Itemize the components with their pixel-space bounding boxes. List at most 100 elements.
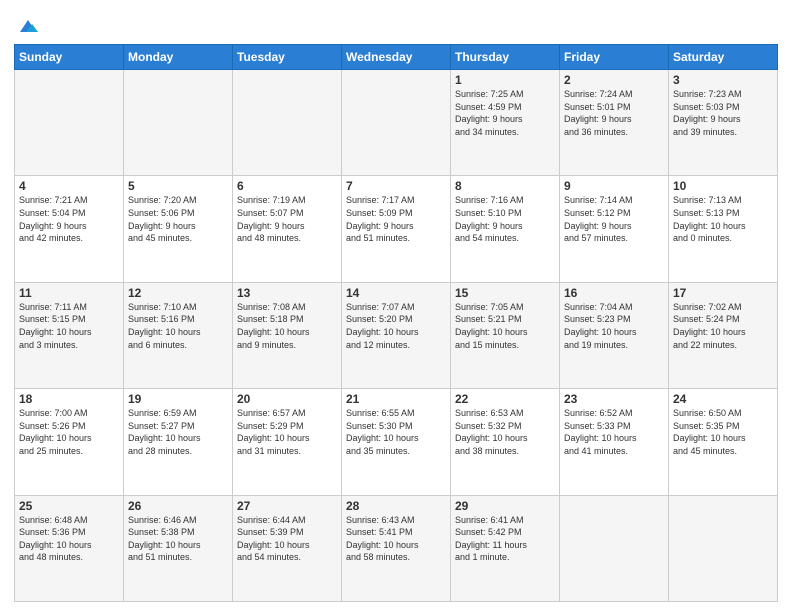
day-number: 25 [19,499,119,513]
calendar-cell [560,495,669,601]
day-number: 3 [673,73,773,87]
day-number: 13 [237,286,337,300]
day-detail: Sunrise: 6:52 AM Sunset: 5:33 PM Dayligh… [564,407,664,457]
day-detail: Sunrise: 7:07 AM Sunset: 5:20 PM Dayligh… [346,301,446,351]
day-detail: Sunrise: 7:00 AM Sunset: 5:26 PM Dayligh… [19,407,119,457]
calendar-cell: 4Sunrise: 7:21 AM Sunset: 5:04 PM Daylig… [15,176,124,282]
day-number: 16 [564,286,664,300]
calendar-cell: 25Sunrise: 6:48 AM Sunset: 5:36 PM Dayli… [15,495,124,601]
weekday-header-tuesday: Tuesday [233,45,342,70]
calendar-week-row: 18Sunrise: 7:00 AM Sunset: 5:26 PM Dayli… [15,389,778,495]
day-number: 29 [455,499,555,513]
calendar-cell: 17Sunrise: 7:02 AM Sunset: 5:24 PM Dayli… [669,282,778,388]
day-number: 10 [673,179,773,193]
calendar-cell: 9Sunrise: 7:14 AM Sunset: 5:12 PM Daylig… [560,176,669,282]
calendar-cell: 19Sunrise: 6:59 AM Sunset: 5:27 PM Dayli… [124,389,233,495]
day-number: 17 [673,286,773,300]
day-detail: Sunrise: 6:43 AM Sunset: 5:41 PM Dayligh… [346,514,446,564]
calendar-cell: 11Sunrise: 7:11 AM Sunset: 5:15 PM Dayli… [15,282,124,388]
day-number: 26 [128,499,228,513]
day-detail: Sunrise: 6:44 AM Sunset: 5:39 PM Dayligh… [237,514,337,564]
day-detail: Sunrise: 6:57 AM Sunset: 5:29 PM Dayligh… [237,407,337,457]
logo [14,14,40,38]
calendar-cell: 13Sunrise: 7:08 AM Sunset: 5:18 PM Dayli… [233,282,342,388]
calendar-cell: 21Sunrise: 6:55 AM Sunset: 5:30 PM Dayli… [342,389,451,495]
day-number: 28 [346,499,446,513]
calendar-cell: 5Sunrise: 7:20 AM Sunset: 5:06 PM Daylig… [124,176,233,282]
day-detail: Sunrise: 6:55 AM Sunset: 5:30 PM Dayligh… [346,407,446,457]
header [14,10,778,38]
day-detail: Sunrise: 7:02 AM Sunset: 5:24 PM Dayligh… [673,301,773,351]
calendar-cell [233,70,342,176]
weekday-header-wednesday: Wednesday [342,45,451,70]
calendar-cell: 16Sunrise: 7:04 AM Sunset: 5:23 PM Dayli… [560,282,669,388]
calendar-week-row: 4Sunrise: 7:21 AM Sunset: 5:04 PM Daylig… [15,176,778,282]
day-detail: Sunrise: 7:20 AM Sunset: 5:06 PM Dayligh… [128,194,228,244]
calendar-table: SundayMondayTuesdayWednesdayThursdayFrid… [14,44,778,602]
calendar-cell: 10Sunrise: 7:13 AM Sunset: 5:13 PM Dayli… [669,176,778,282]
day-number: 23 [564,392,664,406]
calendar-cell: 29Sunrise: 6:41 AM Sunset: 5:42 PM Dayli… [451,495,560,601]
calendar-cell: 23Sunrise: 6:52 AM Sunset: 5:33 PM Dayli… [560,389,669,495]
calendar-cell: 6Sunrise: 7:19 AM Sunset: 5:07 PM Daylig… [233,176,342,282]
day-detail: Sunrise: 6:48 AM Sunset: 5:36 PM Dayligh… [19,514,119,564]
day-number: 8 [455,179,555,193]
page: SundayMondayTuesdayWednesdayThursdayFrid… [0,0,792,612]
weekday-header-sunday: Sunday [15,45,124,70]
calendar-cell: 3Sunrise: 7:23 AM Sunset: 5:03 PM Daylig… [669,70,778,176]
weekday-header-thursday: Thursday [451,45,560,70]
day-detail: Sunrise: 7:05 AM Sunset: 5:21 PM Dayligh… [455,301,555,351]
calendar-cell: 20Sunrise: 6:57 AM Sunset: 5:29 PM Dayli… [233,389,342,495]
day-detail: Sunrise: 7:25 AM Sunset: 4:59 PM Dayligh… [455,88,555,138]
day-number: 4 [19,179,119,193]
logo-icon [16,14,40,38]
day-detail: Sunrise: 6:41 AM Sunset: 5:42 PM Dayligh… [455,514,555,564]
day-number: 22 [455,392,555,406]
day-detail: Sunrise: 7:11 AM Sunset: 5:15 PM Dayligh… [19,301,119,351]
day-detail: Sunrise: 6:50 AM Sunset: 5:35 PM Dayligh… [673,407,773,457]
day-number: 20 [237,392,337,406]
calendar-cell: 1Sunrise: 7:25 AM Sunset: 4:59 PM Daylig… [451,70,560,176]
day-number: 6 [237,179,337,193]
day-number: 9 [564,179,664,193]
day-number: 24 [673,392,773,406]
day-detail: Sunrise: 6:53 AM Sunset: 5:32 PM Dayligh… [455,407,555,457]
day-number: 7 [346,179,446,193]
day-detail: Sunrise: 7:24 AM Sunset: 5:01 PM Dayligh… [564,88,664,138]
day-number: 27 [237,499,337,513]
weekday-header-friday: Friday [560,45,669,70]
day-detail: Sunrise: 7:14 AM Sunset: 5:12 PM Dayligh… [564,194,664,244]
calendar-cell: 15Sunrise: 7:05 AM Sunset: 5:21 PM Dayli… [451,282,560,388]
calendar-cell [124,70,233,176]
calendar-week-row: 1Sunrise: 7:25 AM Sunset: 4:59 PM Daylig… [15,70,778,176]
calendar-cell: 18Sunrise: 7:00 AM Sunset: 5:26 PM Dayli… [15,389,124,495]
day-detail: Sunrise: 7:08 AM Sunset: 5:18 PM Dayligh… [237,301,337,351]
day-detail: Sunrise: 7:13 AM Sunset: 5:13 PM Dayligh… [673,194,773,244]
day-number: 19 [128,392,228,406]
calendar-cell [669,495,778,601]
calendar-cell: 26Sunrise: 6:46 AM Sunset: 5:38 PM Dayli… [124,495,233,601]
calendar-week-row: 25Sunrise: 6:48 AM Sunset: 5:36 PM Dayli… [15,495,778,601]
calendar-cell [342,70,451,176]
day-number: 12 [128,286,228,300]
day-number: 2 [564,73,664,87]
day-detail: Sunrise: 7:10 AM Sunset: 5:16 PM Dayligh… [128,301,228,351]
calendar-cell: 22Sunrise: 6:53 AM Sunset: 5:32 PM Dayli… [451,389,560,495]
day-detail: Sunrise: 6:59 AM Sunset: 5:27 PM Dayligh… [128,407,228,457]
day-detail: Sunrise: 7:04 AM Sunset: 5:23 PM Dayligh… [564,301,664,351]
calendar-week-row: 11Sunrise: 7:11 AM Sunset: 5:15 PM Dayli… [15,282,778,388]
calendar-cell: 27Sunrise: 6:44 AM Sunset: 5:39 PM Dayli… [233,495,342,601]
calendar-cell: 14Sunrise: 7:07 AM Sunset: 5:20 PM Dayli… [342,282,451,388]
calendar-cell: 7Sunrise: 7:17 AM Sunset: 5:09 PM Daylig… [342,176,451,282]
day-detail: Sunrise: 6:46 AM Sunset: 5:38 PM Dayligh… [128,514,228,564]
day-number: 14 [346,286,446,300]
day-detail: Sunrise: 7:21 AM Sunset: 5:04 PM Dayligh… [19,194,119,244]
day-number: 18 [19,392,119,406]
weekday-header-monday: Monday [124,45,233,70]
day-detail: Sunrise: 7:23 AM Sunset: 5:03 PM Dayligh… [673,88,773,138]
day-number: 15 [455,286,555,300]
day-number: 1 [455,73,555,87]
day-detail: Sunrise: 7:19 AM Sunset: 5:07 PM Dayligh… [237,194,337,244]
calendar-cell: 24Sunrise: 6:50 AM Sunset: 5:35 PM Dayli… [669,389,778,495]
weekday-header-row: SundayMondayTuesdayWednesdayThursdayFrid… [15,45,778,70]
